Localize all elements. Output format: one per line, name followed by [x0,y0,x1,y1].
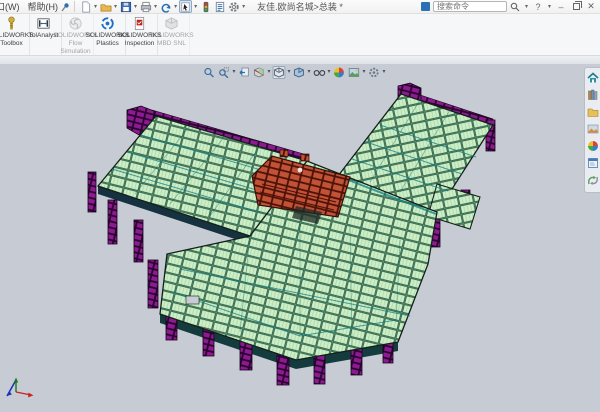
minimize-button[interactable]: – [555,2,567,12]
previous-view-icon[interactable] [237,66,250,79]
titlebar: 窗口(W) 帮助(H) ▾ ▾ ▾ ▾ ▾ ▾ ▾ [0,0,600,14]
dropdown-caret[interactable]: ▾ [328,69,331,75]
dropdown-caret[interactable]: ▾ [174,4,177,10]
pin-menu-icon[interactable] [60,2,70,12]
view-palette-icon[interactable] [587,123,599,135]
coordinate-triad [2,372,36,402]
zoom-to-area-icon[interactable] [217,66,230,79]
save-icon[interactable] [119,0,132,13]
file-properties-icon[interactable] [213,0,226,13]
solidworks-forum-icon[interactable] [587,174,599,186]
restore-icon [573,3,580,10]
menu-bar: 窗口(W) 帮助(H) [0,0,58,13]
solidworks-logo-icon [421,2,430,11]
search-input[interactable] [433,1,507,12]
restore-button[interactable] [570,2,582,12]
dropdown-caret[interactable]: ▾ [242,4,245,10]
dropdown-caret[interactable]: ▾ [307,69,310,75]
appearances-scenes-icon[interactable] [587,140,599,152]
slab-opening [186,296,199,304]
help-dropdown-caret[interactable]: ▾ [548,4,551,10]
dropdown-caret[interactable]: ▾ [154,4,157,10]
search-icon[interactable] [510,0,521,13]
dropdown-caret[interactable]: ▾ [287,69,290,75]
graphics-area[interactable]: ▾ ▾ ▾ ▾ ▾ ▾ ▾ [0,64,600,412]
dropdown-caret[interactable]: ▾ [383,69,386,75]
flow-icon [68,16,83,31]
headsup-toolbar: ▾ ▾ ▾ ▾ ▾ ▾ ▾ [202,65,385,79]
print-icon[interactable] [139,0,152,13]
hide-show-items-icon[interactable] [313,66,326,79]
dropdown-caret[interactable]: ▾ [267,69,270,75]
ribbon-bottom-strip [0,56,600,64]
apply-scene-icon[interactable] [348,66,361,79]
section-view-icon[interactable] [252,66,265,79]
zoom-to-fit-icon[interactable] [202,66,215,79]
inspection-icon [132,16,147,31]
commandmanager-ribbon: SOLIDWORKSToolbox TolAnalyst SOLIDWORKSF… [0,14,600,56]
display-style-icon[interactable] [292,66,305,79]
undo-icon[interactable] [159,0,172,13]
help-button[interactable]: ? [532,2,544,12]
solidworks-resources-icon[interactable] [587,72,599,84]
edit-appearance-icon[interactable] [333,66,346,79]
dropdown-caret[interactable]: ▾ [94,4,97,10]
options-gear-icon[interactable] [227,0,240,13]
plastics-icon [100,16,115,31]
dropdown-caret[interactable]: ▾ [232,69,235,75]
design-library-icon[interactable] [587,89,599,101]
menu-window[interactable]: 窗口(W) [0,0,20,13]
custom-properties-icon[interactable] [587,157,599,169]
dropdown-caret[interactable]: ▾ [134,4,137,10]
open-icon[interactable] [99,0,112,13]
addin-label: SOLIDWORKSFlowSimulation [53,32,97,56]
close-button[interactable]: ✕ [585,1,597,12]
file-explorer-icon[interactable] [587,106,599,118]
dropdown-caret[interactable]: ▾ [363,69,366,75]
search-dropdown-caret[interactable]: ▾ [525,4,528,10]
new-document-icon[interactable] [79,0,92,13]
addin-flow-button: SOLIDWORKSFlowSimulation [58,14,94,55]
mbd-icon [164,16,179,31]
dropdown-caret[interactable]: ▾ [114,4,117,10]
tolanalyst-icon [36,16,51,31]
addin-label: SOLIDWORKSMBD SNL [149,32,193,48]
view-settings-icon[interactable] [368,66,381,79]
rebuild-icon[interactable] [199,0,212,13]
toolbox-icon [4,16,19,31]
menu-help[interactable]: 帮助(H) [28,0,59,13]
formwork-assembly-model[interactable] [0,64,600,412]
select-icon[interactable] [179,0,192,13]
view-orientation-icon[interactable] [272,66,285,79]
addin-mbd-button: SOLIDWORKSMBD SNL [154,14,190,55]
dropdown-caret[interactable]: ▾ [194,4,197,10]
separator [74,1,75,12]
quick-toolbar: ▾ ▾ ▾ ▾ ▾ ▾ ▾ [79,0,246,13]
task-pane-tabs [584,67,600,193]
